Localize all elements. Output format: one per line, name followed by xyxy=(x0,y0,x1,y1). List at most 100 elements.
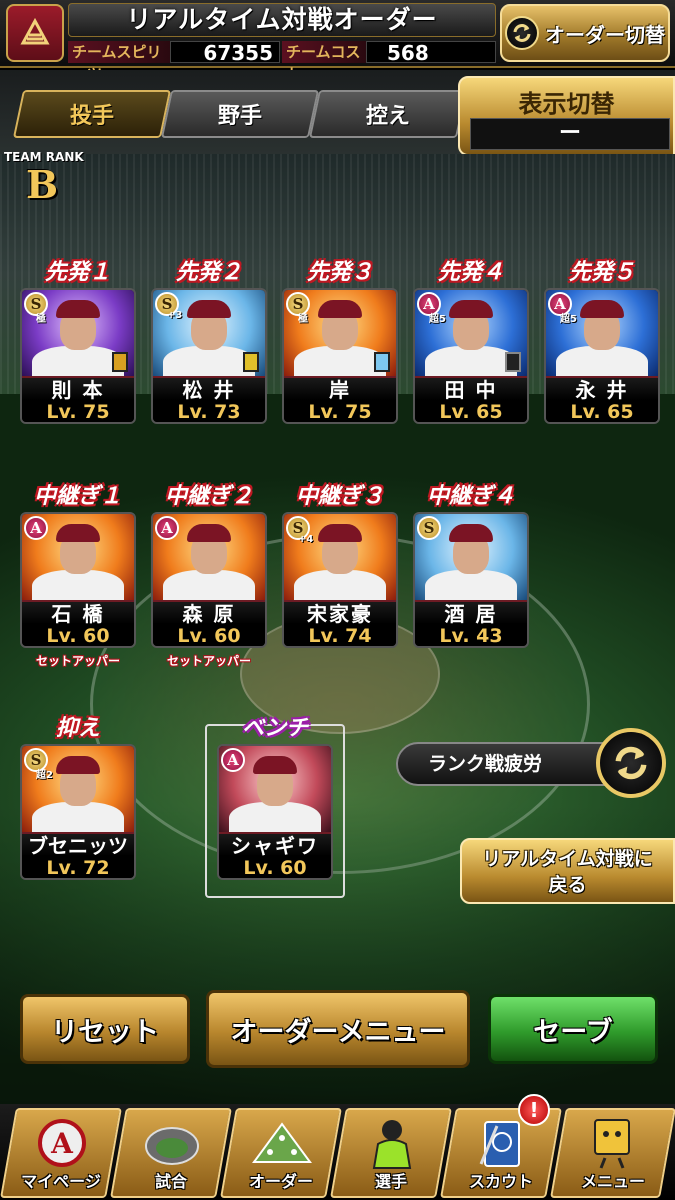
nav-order[interactable]: オーダー xyxy=(220,1108,342,1198)
starter-slot-5[interactable]: 先発５ A 超5 永 井 Lv. 65 xyxy=(544,260,660,424)
reliever-slot-4[interactable]: 中継ぎ４ S 酒 居 Lv. 43 xyxy=(413,484,529,648)
player-card[interactable]: A シャギワ Lv. 60 xyxy=(217,744,333,880)
scout-notification-badge: ! xyxy=(518,1094,550,1126)
back-to-realtime-button[interactable]: リアルタイム対戦に 戻る xyxy=(460,838,675,904)
player-card[interactable]: A 石 橋 Lv. 60 xyxy=(20,512,136,648)
nav-menu[interactable]: メニュー xyxy=(550,1108,675,1198)
player-level: Lv. 65 xyxy=(546,400,658,422)
reliever-slot-2[interactable]: 中継ぎ２ A 森 原 Lv. 60 セットアッパー xyxy=(151,484,267,668)
back-label-line1: リアルタイム対戦に xyxy=(482,848,653,870)
page-title: リアルタイム対戦オーダー xyxy=(68,3,496,37)
player-card[interactable]: S 極 則 本 Lv. 75 xyxy=(20,288,136,424)
nav-player[interactable]: 選手 xyxy=(330,1108,452,1198)
menu-icon xyxy=(582,1116,642,1170)
slot-label: 中継ぎ３ xyxy=(295,484,384,509)
nav-label: 選手 xyxy=(374,1172,407,1191)
order-switch-label: オーダー切替 xyxy=(545,22,665,47)
cycle-icon xyxy=(615,746,647,780)
player-name: 松 井 xyxy=(153,376,265,402)
back-label-line2: 戻る xyxy=(548,874,587,896)
reset-button[interactable]: リセット xyxy=(20,994,190,1064)
slot-label: 先発４ xyxy=(437,260,504,285)
starter-slot-1[interactable]: 先発１ S 極 則 本 Lv. 75 xyxy=(20,260,136,424)
player-card[interactable]: S +3 松 井 Lv. 73 xyxy=(151,288,267,424)
limit-break-badge: 超5 xyxy=(429,314,446,325)
display-switch-button[interactable]: 表示切替 ー xyxy=(458,76,675,156)
nav-label: マイページ xyxy=(21,1172,101,1191)
slot-color-chip xyxy=(112,352,128,372)
nav-game[interactable]: 試合 xyxy=(110,1108,232,1198)
header: リアルタイム対戦オーダー チームスピリッツ 67355 チームコスト 568 オ… xyxy=(0,0,675,83)
slot-label: 中継ぎ２ xyxy=(164,484,253,509)
player-card[interactable]: S 酒 居 Lv. 43 xyxy=(413,512,529,648)
tab-fielder-label: 野手 xyxy=(217,104,262,129)
order-menu-button[interactable]: オーダーメニュー xyxy=(206,990,470,1068)
order-icon xyxy=(252,1116,312,1170)
cycle-icon xyxy=(505,16,539,50)
tab-pitcher[interactable]: 投手 xyxy=(12,90,172,138)
tab-fielder[interactable]: 野手 xyxy=(160,90,320,138)
scout-icon xyxy=(472,1116,532,1170)
starter-slot-2[interactable]: 先発２ S +3 松 井 Lv. 73 xyxy=(151,260,267,424)
slot-color-chip xyxy=(243,352,259,372)
player-card[interactable]: A 超5 永 井 Lv. 65 xyxy=(544,288,660,424)
rarity-badge: A xyxy=(24,516,48,540)
player-level: Lv. 60 xyxy=(22,624,134,646)
slot-label: 抑え xyxy=(55,716,100,741)
player-card[interactable]: S 超2 ブセニッツ Lv. 72 xyxy=(20,744,136,880)
player-card[interactable]: S +4 宋家豪 Lv. 74 xyxy=(282,512,398,648)
reliever-slot-1[interactable]: 中継ぎ１ A 石 橋 Lv. 60 セットアッパー xyxy=(20,484,136,668)
player-card[interactable]: A 森 原 Lv. 60 xyxy=(151,512,267,648)
limit-break-badge: 極 xyxy=(36,314,46,325)
limit-break-badge: +4 xyxy=(298,534,314,545)
player-level: Lv. 43 xyxy=(415,624,527,646)
player-level: Lv. 74 xyxy=(284,624,396,646)
player-name: 則 本 xyxy=(22,376,134,402)
limit-break-badge: 超2 xyxy=(36,770,53,781)
starter-slot-4[interactable]: 先発４ A 超5 田 中 Lv. 65 xyxy=(413,260,529,424)
display-switch-value: ー xyxy=(470,118,670,150)
nav-label: メニュー xyxy=(580,1172,645,1191)
rank-fatigue-panel: ランク戦疲労 xyxy=(396,742,610,786)
team-rank-value: B xyxy=(26,162,59,207)
player-name: 酒 居 xyxy=(415,600,527,626)
display-switch-label: 表示切替 xyxy=(518,90,615,118)
tab-reserve[interactable]: 控え xyxy=(308,90,468,138)
player-level: Lv. 73 xyxy=(153,400,265,422)
team-spirits-label: チームスピリッツ xyxy=(68,41,170,83)
player-card[interactable]: A 超5 田 中 Lv. 65 xyxy=(413,288,529,424)
mypage-icon: A xyxy=(32,1116,92,1170)
slot-label: 先発３ xyxy=(306,260,373,285)
player-name: 永 井 xyxy=(546,376,658,402)
player-level: Lv. 60 xyxy=(219,856,331,878)
role-note: セットアッパー xyxy=(35,654,120,668)
player-level: Lv. 65 xyxy=(415,400,527,422)
team-cost-value: 568 xyxy=(366,41,496,64)
limit-break-badge: 超5 xyxy=(560,314,577,325)
player-level: Lv. 75 xyxy=(22,400,134,422)
reliever-slot-3[interactable]: 中継ぎ３ S +4 宋家豪 Lv. 74 xyxy=(282,484,398,648)
slot-label: 先発１ xyxy=(44,260,111,285)
player-name: 石 橋 xyxy=(22,600,134,626)
nav-label: オーダー xyxy=(248,1172,313,1191)
nav-mypage[interactable]: A マイページ xyxy=(0,1108,122,1198)
bench-slot[interactable]: ベンチ A シャギワ Lv. 60 xyxy=(217,716,333,880)
player-card[interactable]: S 極 岸 Lv. 75 xyxy=(282,288,398,424)
starter-slot-3[interactable]: 先発３ S 極 岸 Lv. 75 xyxy=(282,260,398,424)
player-name: 田 中 xyxy=(415,376,527,402)
team-spirits-value: 67355 xyxy=(170,41,280,64)
fatigue-toggle-button[interactable] xyxy=(596,728,666,798)
team-cost-label: チームコスト xyxy=(282,41,366,83)
player-name: 宋家豪 xyxy=(284,600,396,626)
rarity-badge: A xyxy=(221,748,245,772)
save-button[interactable]: セーブ xyxy=(488,994,658,1064)
slot-color-chip xyxy=(374,352,390,372)
slot-label: ベンチ xyxy=(241,716,308,741)
limit-break-badge: +3 xyxy=(167,310,183,321)
closer-slot[interactable]: 抑え S 超2 ブセニッツ Lv. 72 xyxy=(20,716,136,880)
order-switch-button[interactable]: オーダー切替 xyxy=(500,4,670,62)
player-level: Lv. 60 xyxy=(153,624,265,646)
rarity-badge: A xyxy=(155,516,179,540)
slot-label: 先発５ xyxy=(568,260,635,285)
player-name: 岸 xyxy=(284,376,396,402)
